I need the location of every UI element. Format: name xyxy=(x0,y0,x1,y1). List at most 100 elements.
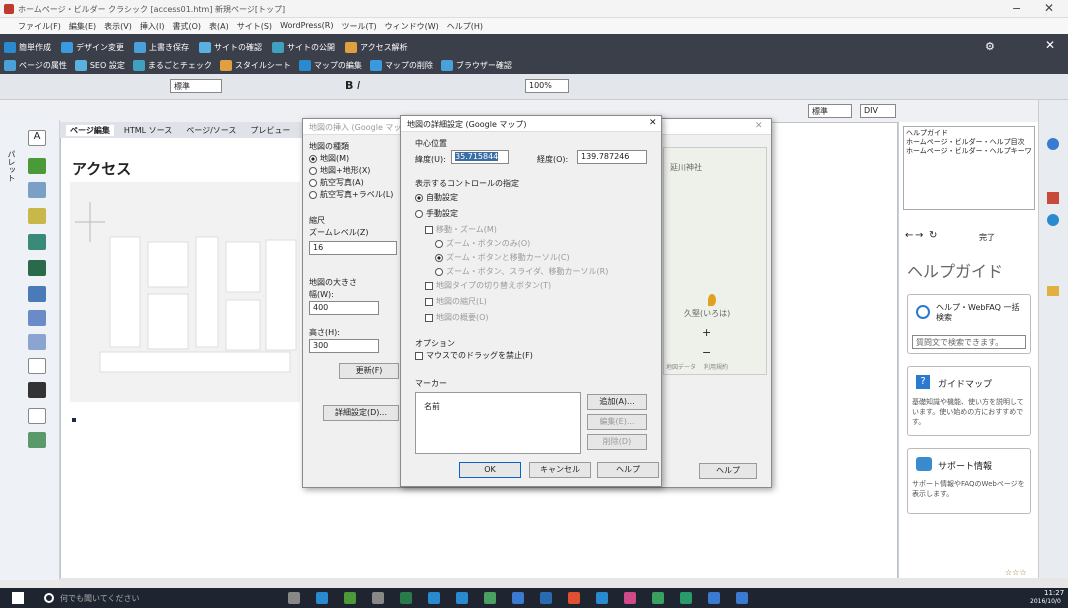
chart-icon[interactable] xyxy=(28,234,46,250)
taskbar-app-icon[interactable] xyxy=(540,592,552,604)
toolbar-button[interactable]: 上書き保存 xyxy=(134,41,189,53)
taskbar-app-icon[interactable] xyxy=(624,592,636,604)
taskbar-search[interactable]: 何でも聞いてください xyxy=(60,593,240,604)
menu-item[interactable]: 挿入(I) xyxy=(140,21,165,32)
horizontal-scrollbar[interactable] xyxy=(60,578,1068,588)
faq-card[interactable]: ヘルプ・WebFAQ 一括検索 質問文で検索できます。 xyxy=(907,294,1031,354)
drag-disable-check[interactable]: マウスでのドラッグを禁止(F) xyxy=(415,350,533,361)
width-input[interactable]: 400 xyxy=(309,301,379,315)
zoom-in-icon[interactable]: + xyxy=(702,326,711,339)
zoom-pan-cursor-radio[interactable]: ズーム・ボタンと移動カーソル(C) xyxy=(435,252,570,263)
dialog-close-icon[interactable]: ✕ xyxy=(649,118,657,128)
pan-zoom-check[interactable]: 移動・ズーム(M) xyxy=(425,224,497,235)
help-search-input[interactable]: 質問文で検索できます。 xyxy=(912,335,1026,349)
taskbar-app-icon[interactable] xyxy=(596,592,608,604)
gear-icon[interactable]: ⚙ xyxy=(985,40,995,53)
menu-item[interactable]: 編集(E) xyxy=(69,21,96,32)
forward-icon[interactable]: → xyxy=(915,230,923,241)
font-icon[interactable]: A xyxy=(28,130,46,146)
delete-marker-button[interactable]: 削除(D) xyxy=(587,434,647,450)
menu-item[interactable]: 書式(O) xyxy=(172,21,201,32)
map-type-option[interactable]: 航空写真(A) xyxy=(309,177,393,189)
taskbar-app-icon[interactable] xyxy=(708,592,720,604)
close-panel-icon[interactable]: ✕ xyxy=(1045,38,1055,52)
map-insert-close-icon[interactable]: ✕ xyxy=(755,121,763,131)
style-select[interactable]: 標準 xyxy=(170,79,222,93)
menu-item[interactable]: WordPress(R) xyxy=(280,21,333,32)
map-type-option[interactable]: 地図+地形(X) xyxy=(309,165,393,177)
tree-item-contents[interactable]: ホームページ・ビルダー・ヘルプ目次 xyxy=(906,138,1032,147)
close-icon[interactable]: ✕ xyxy=(1044,1,1054,15)
page-icon[interactable] xyxy=(28,408,46,424)
zoom-slider-radio[interactable]: ズーム・ボタン、スライダ、移動カーソル(R) xyxy=(435,266,608,277)
pen-icon[interactable] xyxy=(28,208,46,224)
back-icon[interactable]: ← xyxy=(905,230,913,241)
height-input[interactable]: 300 xyxy=(309,339,379,353)
toolbar-button[interactable]: アクセス解析 xyxy=(345,41,408,53)
editor-tab[interactable]: プレビュー xyxy=(246,125,294,136)
guide-map-card[interactable]: ? ガイドマップ 基礎知識や機能、使い方を説明しています。使い始めの方におすすめ… xyxy=(907,366,1031,436)
taskbar-app-icon[interactable] xyxy=(400,592,412,604)
taskbar-app-icon[interactable] xyxy=(372,592,384,604)
taskbar-app-icon[interactable] xyxy=(428,592,440,604)
map-type-toggle-check[interactable]: 地図タイプの切り替えボタン(T) xyxy=(425,280,551,291)
list-icon[interactable] xyxy=(28,358,46,374)
menu-item[interactable]: 表示(V) xyxy=(104,21,132,32)
editor-tab[interactable]: HTML ソース xyxy=(120,125,176,136)
taskbar-app-icon[interactable] xyxy=(736,592,748,604)
image-icon[interactable] xyxy=(28,182,46,198)
phone-icon[interactable] xyxy=(28,382,46,398)
editor-tab[interactable]: ページ編集 xyxy=(66,124,114,136)
table-icon[interactable] xyxy=(28,260,46,276)
taskbar-app-icon[interactable] xyxy=(288,592,300,604)
italic-icon[interactable]: I xyxy=(357,79,360,92)
toolbar2-button[interactable]: ブラウザー確認 xyxy=(440,59,512,71)
menu-item[interactable]: ヘルプ(H) xyxy=(447,21,483,32)
taskbar-app-icon[interactable] xyxy=(456,592,468,604)
toolbar2-button[interactable]: マップの編集 xyxy=(298,59,362,71)
edit-marker-button[interactable]: 編集(E)... xyxy=(587,414,647,430)
support-card[interactable]: サポート情報 サポート情報やFAQのWebページを表示します。 xyxy=(907,448,1031,514)
form-icon[interactable] xyxy=(28,310,46,326)
grid-icon[interactable] xyxy=(28,334,46,350)
manual-radio[interactable]: 手動設定 xyxy=(415,208,458,219)
menu-item[interactable]: ファイル(F) xyxy=(18,21,61,32)
taskbar-app-icon[interactable] xyxy=(652,592,664,604)
menu-item[interactable]: ウィンドウ(W) xyxy=(385,21,439,32)
taskbar-app-icon[interactable] xyxy=(680,592,692,604)
auto-radio[interactable]: 自動設定 xyxy=(415,192,458,203)
widget-icon[interactable] xyxy=(28,432,46,448)
taskbar-app-icon[interactable] xyxy=(316,592,328,604)
menu-item[interactable]: サイト(S) xyxy=(237,21,272,32)
toolbar2-button[interactable]: まるごとチェック xyxy=(132,59,212,71)
strip-globe-icon[interactable] xyxy=(1047,214,1059,226)
lat-input[interactable]: 35.715844 xyxy=(451,150,509,164)
zoom-only-radio[interactable]: ズーム・ボタンのみ(O) xyxy=(435,238,530,249)
bold-icon[interactable]: B xyxy=(345,79,353,92)
taskbar-app-icon[interactable] xyxy=(512,592,524,604)
toolbar2-button[interactable]: スタイルシート xyxy=(219,59,291,71)
toolbar2-button[interactable]: マップの削除 xyxy=(369,59,433,71)
font-style-select[interactable]: 標準 xyxy=(808,104,852,118)
editor-tab[interactable]: ページ/ソース xyxy=(182,125,240,136)
toolbar-button[interactable]: 簡単作成 xyxy=(4,41,51,53)
taskbar-app-icon[interactable] xyxy=(344,592,356,604)
map-type-option[interactable]: 地図(M) xyxy=(309,153,393,165)
help-button[interactable]: ヘルプ xyxy=(597,462,659,478)
zoom-select[interactable]: 100% xyxy=(525,79,569,93)
taskbar-app-icon[interactable] xyxy=(568,592,580,604)
strip-folder-icon[interactable] xyxy=(1047,286,1059,296)
minimize-icon[interactable]: − xyxy=(1012,2,1021,15)
menu-item[interactable]: ツール(T) xyxy=(341,21,376,32)
strip-help-icon[interactable] xyxy=(1047,138,1059,150)
update-button[interactable]: 更新(F) xyxy=(339,363,399,379)
map-type-option[interactable]: 航空写真+ラベル(L) xyxy=(309,189,393,201)
person-icon[interactable] xyxy=(28,158,46,174)
cancel-button[interactable]: キャンセル xyxy=(529,462,591,478)
strip-gift-icon[interactable] xyxy=(1047,192,1059,204)
map-scale-check[interactable]: 地図の縮尺(L) xyxy=(425,296,487,307)
zoom-level-select[interactable]: 16 xyxy=(309,241,397,255)
menu-item[interactable]: 表(A) xyxy=(209,21,229,32)
zoom-out-icon[interactable]: − xyxy=(702,346,711,359)
toolbar-button[interactable]: デザイン変更 xyxy=(61,41,124,53)
